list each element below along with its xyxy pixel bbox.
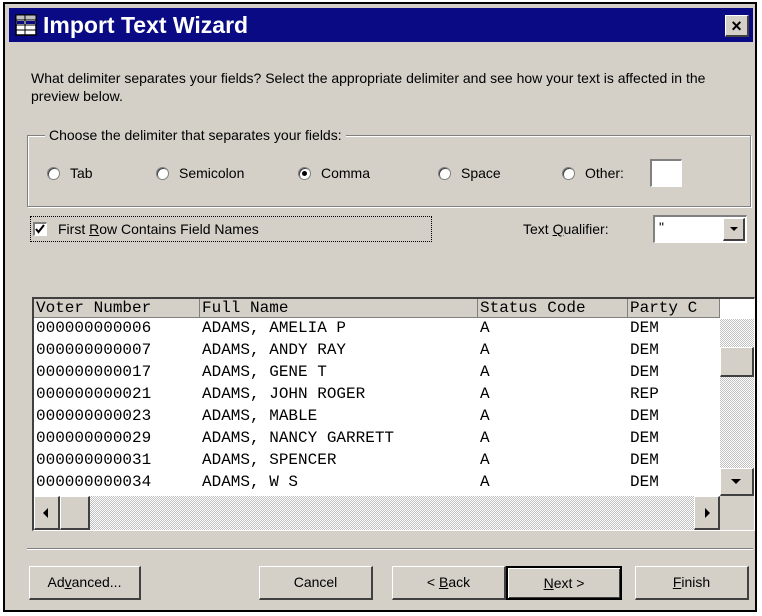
radio-other[interactable]: Other: (562, 163, 624, 183)
radio-button-icon (438, 166, 451, 180)
radio-button-icon (156, 166, 169, 180)
cancel-button[interactable]: Cancel (259, 566, 373, 600)
radio-other-label: Other: (585, 165, 624, 181)
table-icon (15, 14, 37, 36)
finish-button[interactable]: Finish (635, 566, 749, 600)
radio-tab-label: Tab (70, 165, 93, 181)
table-cell: ADAMS, ANDY RAY (202, 341, 347, 359)
separator (27, 548, 753, 550)
close-icon: × (731, 16, 742, 36)
table-cell: A (480, 363, 490, 381)
table-cell: ADAMS, GENE T (202, 363, 327, 381)
table-row: 000000000029 ADAMS, NANCY GARRETT A DEM (34, 429, 720, 448)
table-cell: 000000000021 (36, 385, 152, 403)
table-cell: ADAMS, JOHN ROGER (202, 385, 366, 403)
column-header[interactable]: Full Name (200, 299, 478, 318)
scrollbar-corner (720, 496, 754, 530)
table-cell: ADAMS, NANCY GARRETT (202, 429, 395, 447)
table-cell: 000000000034 (36, 473, 152, 491)
table-row: 000000000017 ADAMS, GENE T A DEM (34, 363, 720, 382)
table-cell: A (480, 451, 490, 469)
radio-space[interactable]: Space (438, 163, 501, 183)
preview-grid: Voter Number Full Name Status Code Party… (34, 299, 720, 496)
table-cell: REP (630, 385, 659, 403)
table-cell: ADAMS, AMELIA P (202, 319, 347, 337)
table-cell: A (480, 429, 490, 447)
table-cell: DEM (630, 319, 659, 337)
table-cell: A (480, 473, 490, 491)
other-delimiter-input[interactable] (650, 159, 682, 187)
horizontal-scroll-thumb[interactable] (60, 496, 90, 530)
scroll-down-button[interactable] (720, 468, 754, 496)
radio-comma-label: Comma (321, 165, 371, 181)
data-preview[interactable]: Voter Number Full Name Status Code Party… (32, 297, 755, 531)
text-qualifier-label: Text Qualifier: (523, 221, 609, 237)
delimiter-group (27, 135, 751, 207)
table-cell: ADAMS, W S (202, 473, 299, 491)
radio-semicolon-label: Semicolon (179, 165, 245, 181)
table-cell: DEM (630, 451, 659, 469)
table-cell: DEM (630, 429, 659, 447)
first-row-checkbox[interactable] (33, 222, 47, 236)
table-cell: DEM (630, 473, 659, 491)
close-button[interactable]: × (725, 15, 749, 37)
radio-button-icon (562, 166, 575, 180)
table-cell: ADAMS, MABLE (202, 407, 318, 425)
table-cell: ADAMS, SPENCER (202, 451, 337, 469)
table-cell: DEM (630, 363, 659, 381)
scroll-right-button[interactable] (694, 496, 720, 530)
arrow-down-icon (731, 479, 741, 484)
radio-comma[interactable]: Comma (298, 163, 370, 183)
text-qualifier-select[interactable]: " (653, 215, 747, 243)
column-header[interactable]: Status Code (478, 299, 628, 318)
table-cell: A (480, 319, 490, 337)
table-cell: A (480, 385, 490, 403)
back-button[interactable]: < Back (392, 566, 506, 600)
text-qualifier-value: " (659, 219, 664, 235)
checkmark-icon (35, 224, 45, 234)
table-cell: 000000000017 (36, 363, 152, 381)
delimiter-prompt: What delimiter separates your fields? Se… (31, 70, 706, 104)
arrow-right-icon (705, 508, 710, 518)
vertical-scroll-thumb[interactable] (720, 347, 754, 377)
table-cell: 000000000029 (36, 429, 152, 447)
table-cell: 000000000031 (36, 451, 152, 469)
radio-space-label: Space (461, 165, 501, 181)
table-cell: A (480, 341, 490, 359)
column-header[interactable]: Party C (628, 299, 720, 318)
table-cell: A (480, 407, 490, 425)
scroll-left-button[interactable] (34, 496, 60, 530)
radio-button-icon (47, 166, 60, 180)
dialog-title: Import Text Wizard (43, 12, 249, 38)
radio-tab[interactable]: Tab (47, 163, 93, 183)
table-row: 000000000007 ADAMS, ANDY RAY A DEM (34, 341, 720, 360)
table-row: 000000000023 ADAMS, MABLE A DEM (34, 407, 720, 426)
table-row: 000000000006 ADAMS, AMELIA P A DEM (34, 319, 720, 338)
title-bar[interactable]: Import Text Wizard × (9, 8, 753, 42)
table-cell: DEM (630, 341, 659, 359)
import-text-wizard-dialog: Import Text Wizard × What delimiter sepa… (3, 2, 757, 612)
radio-button-selected-icon (298, 166, 311, 180)
table-row: 000000000034 ADAMS, W S A DEM (34, 473, 720, 492)
table-cell: 000000000023 (36, 407, 152, 425)
table-cell: DEM (630, 407, 659, 425)
chevron-down-icon (730, 227, 738, 231)
first-row-label[interactable]: First Row Contains Field Names (58, 219, 259, 239)
table-row: 000000000021 ADAMS, JOHN ROGER A REP (34, 385, 720, 404)
advanced-button[interactable]: Advanced... (29, 566, 141, 600)
table-row: 000000000031 ADAMS, SPENCER A DEM (34, 451, 720, 470)
delimiter-group-label: Choose the delimiter that separates your… (45, 125, 346, 145)
next-button[interactable]: Next > (506, 566, 622, 600)
header-row: Voter Number Full Name Status Code Party… (34, 299, 720, 318)
arrow-left-icon (43, 508, 48, 518)
dropdown-button[interactable] (723, 218, 745, 241)
horizontal-scrollbar-track[interactable] (34, 496, 720, 530)
table-cell: 000000000007 (36, 341, 152, 359)
radio-semicolon[interactable]: Semicolon (156, 163, 244, 183)
table-cell: 000000000006 (36, 319, 152, 337)
column-header[interactable]: Voter Number (34, 299, 200, 318)
